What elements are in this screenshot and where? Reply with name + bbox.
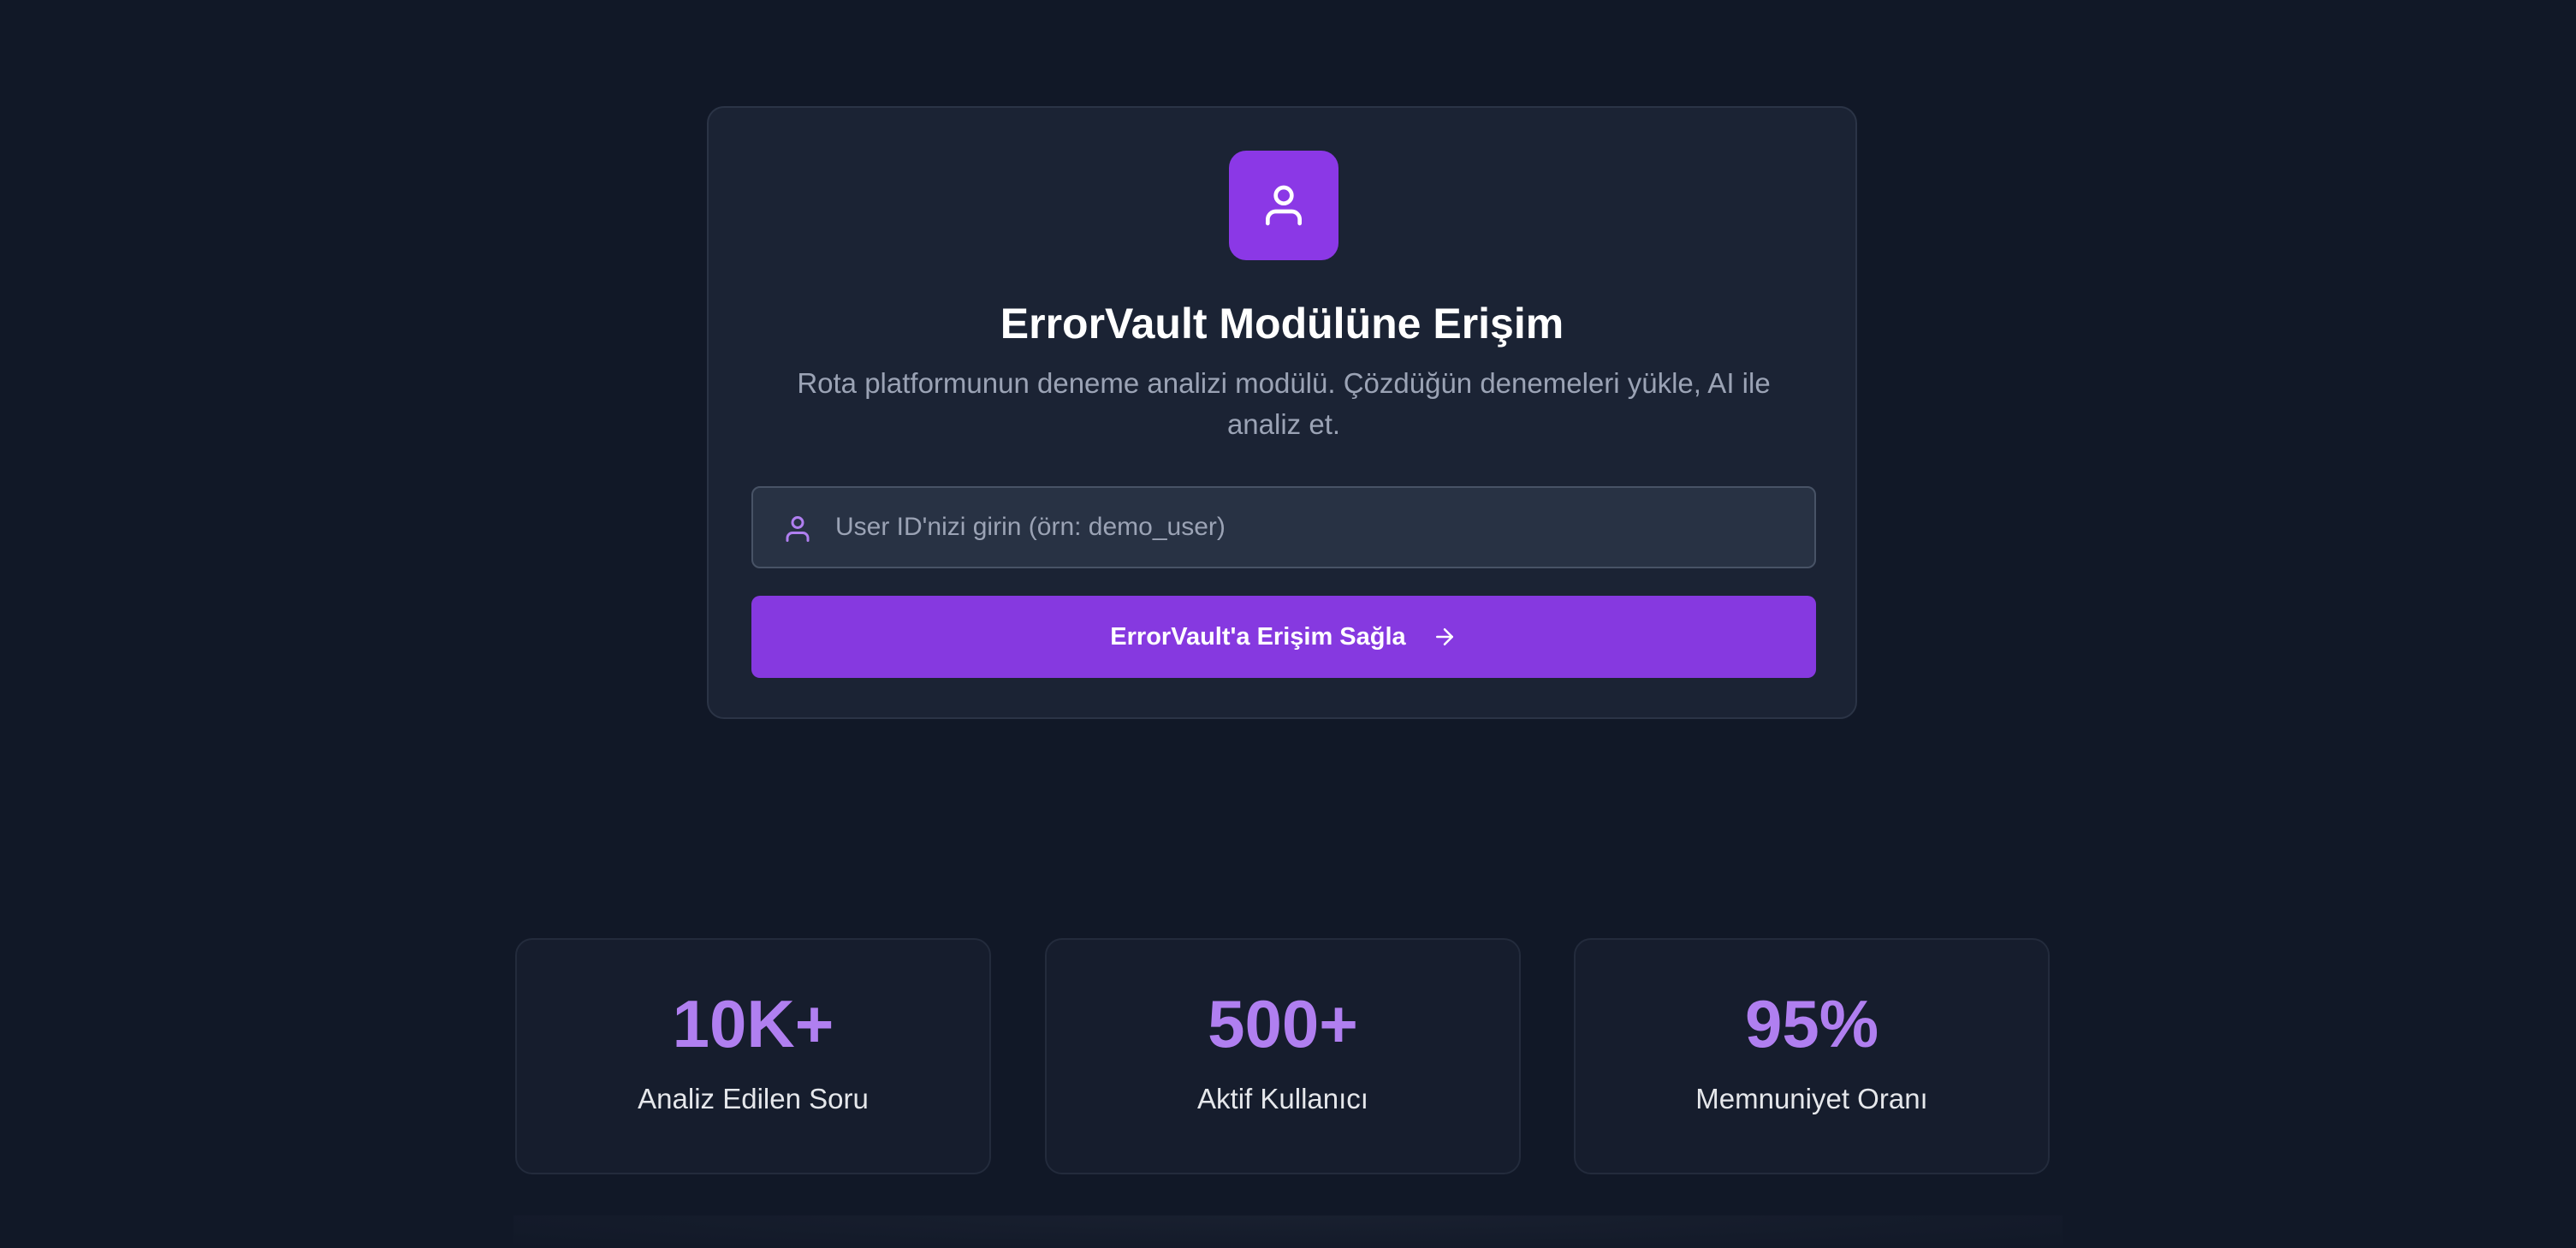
login-card: ErrorVault Modülüne Erişim Rota platform… bbox=[707, 106, 1857, 719]
stat-value: 10K+ bbox=[672, 986, 834, 1061]
app-logo bbox=[1229, 151, 1338, 260]
page: ErrorVault Modülüne Erişim Rota platform… bbox=[0, 0, 2576, 1248]
arrow-right-icon bbox=[1435, 628, 1453, 645]
stat-label: Memnuniyet Oranı bbox=[1695, 1083, 1928, 1114]
stat-label: Analiz Edilen Soru bbox=[638, 1083, 869, 1114]
stat-card-analyzed-questions: 10K+ Analiz Edilen Soru bbox=[515, 938, 991, 1174]
stat-label: Aktif Kullanıcı bbox=[1197, 1083, 1368, 1114]
user-id-input[interactable] bbox=[835, 488, 1794, 567]
stat-card-satisfaction: 95% Memnuniyet Oranı bbox=[1574, 938, 2050, 1174]
access-button-label: ErrorVault'a Erişim Sağla bbox=[1110, 622, 1406, 651]
user-icon bbox=[786, 516, 810, 542]
page-subtitle: Rota platformunun deneme analizi modülü.… bbox=[797, 367, 1771, 440]
access-button[interactable]: ErrorVault'a Erişim Sağla bbox=[751, 596, 1816, 678]
user-id-field[interactable] bbox=[751, 486, 1816, 568]
stat-value: 500+ bbox=[1208, 986, 1358, 1061]
stat-card-active-users: 500+ Aktif Kullanıcı bbox=[1045, 938, 1521, 1174]
bottom-glow bbox=[513, 1215, 2063, 1248]
stat-value: 95% bbox=[1744, 986, 1879, 1061]
user-icon bbox=[1266, 185, 1302, 226]
page-title: ErrorVault Modülüne Erişim bbox=[1000, 300, 1564, 348]
